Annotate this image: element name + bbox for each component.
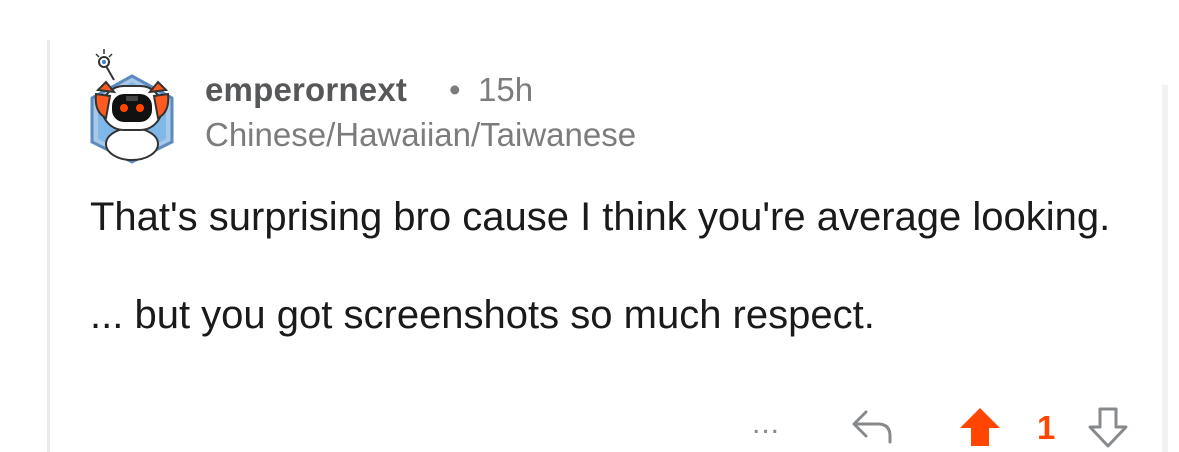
meta-separator: • <box>449 71 461 108</box>
upvote-icon[interactable] <box>958 406 1002 448</box>
comment-paragraph: ... but you got screenshots so much resp… <box>90 293 875 337</box>
comment-username[interactable]: emperornext <box>205 71 407 109</box>
reply-icon[interactable] <box>848 406 896 446</box>
thread-line[interactable] <box>47 40 50 452</box>
comment-age: 15h <box>478 71 534 108</box>
scroll-edge <box>1162 85 1168 452</box>
comment-actions: ... 1 <box>0 400 1179 452</box>
more-options-icon[interactable]: ... <box>752 409 780 439</box>
comment-paragraph: That's surprising bro cause I think you'… <box>90 195 1111 239</box>
avatar[interactable] <box>84 46 180 164</box>
downvote-icon[interactable] <box>1086 406 1130 450</box>
comment-body: That's surprising bro cause I think you'… <box>90 190 1150 342</box>
user-flair: Chinese/Hawaiian/Taiwanese <box>205 116 637 153</box>
previous-comment-actions <box>0 0 1179 10</box>
vote-score: 1 <box>1037 409 1056 446</box>
